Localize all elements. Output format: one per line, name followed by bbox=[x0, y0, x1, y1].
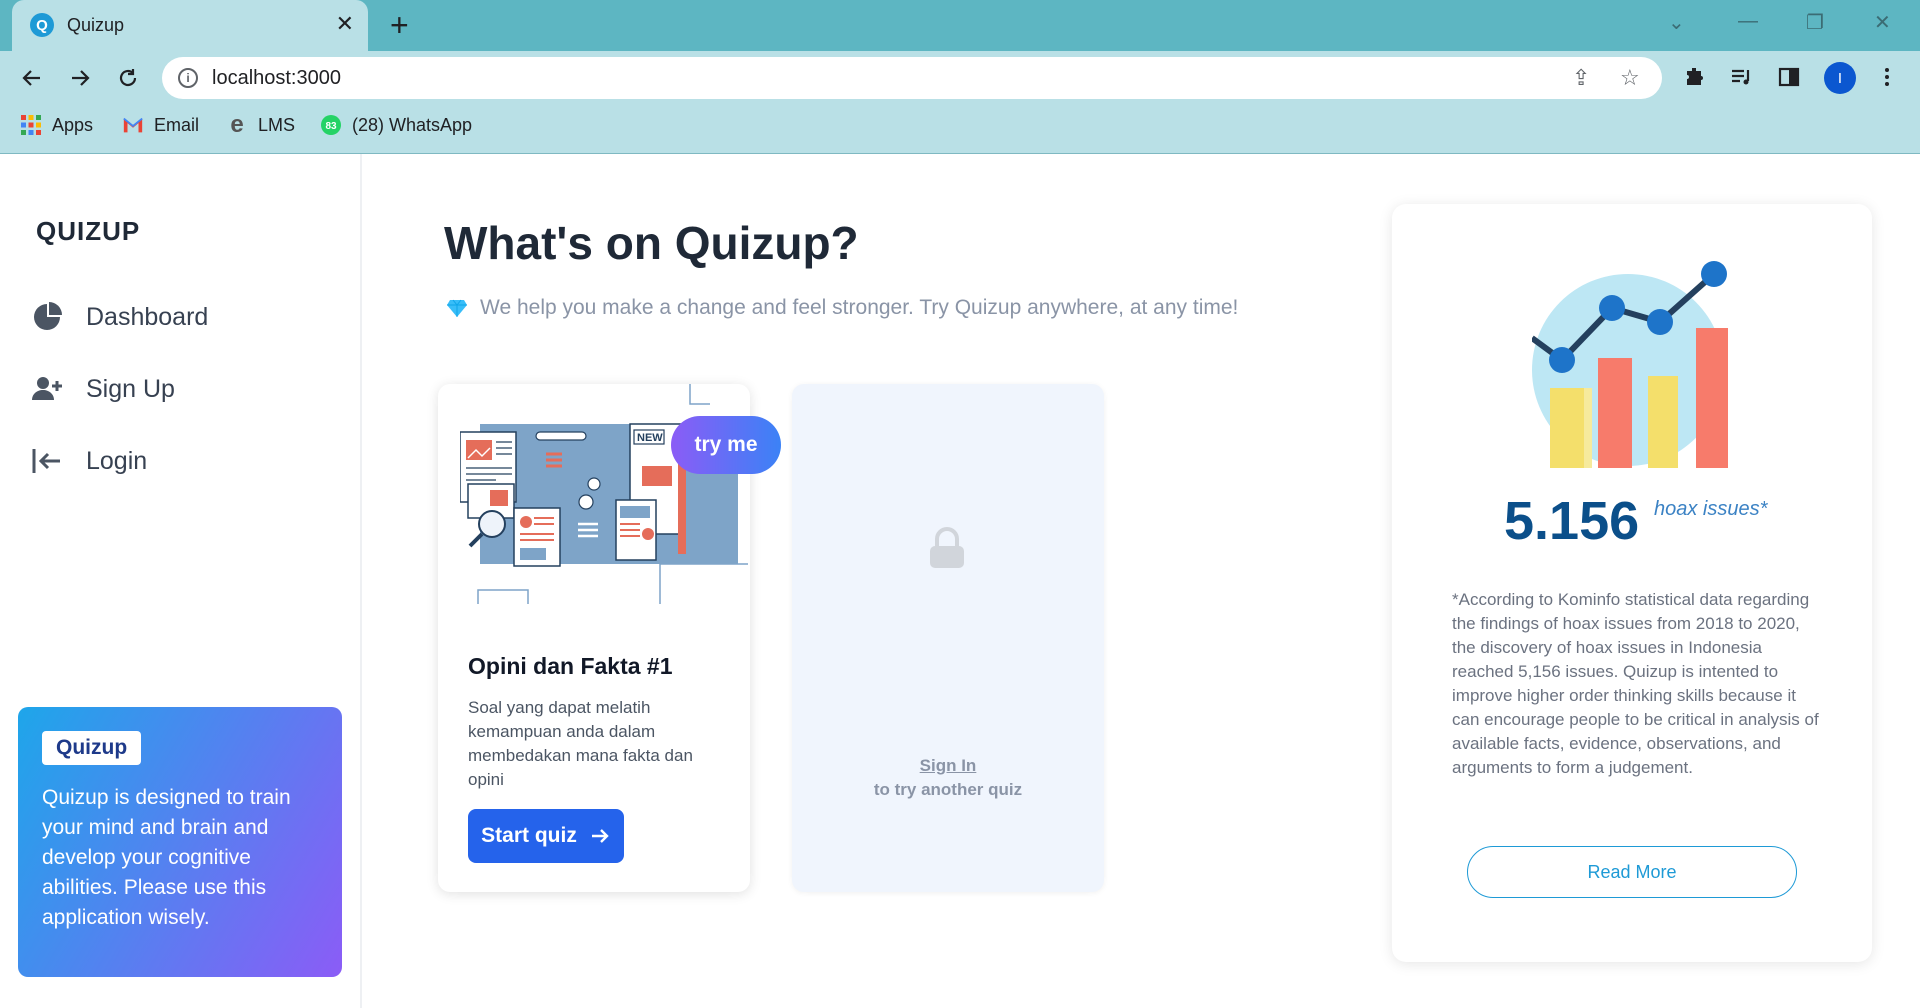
sidebar-item-label: Sign Up bbox=[86, 374, 175, 403]
start-quiz-label: Start quiz bbox=[481, 824, 577, 847]
lock-icon bbox=[930, 527, 964, 568]
bookmark-apps[interactable]: Apps bbox=[20, 114, 93, 136]
hoax-count: 5.156 bbox=[1504, 491, 1640, 551]
side-panel-icon[interactable] bbox=[1774, 62, 1804, 92]
whatsapp-badge: 83 bbox=[325, 121, 337, 132]
bookmark-star-icon[interactable]: ☆ bbox=[1620, 65, 1640, 91]
close-tab-icon[interactable]: ✕ bbox=[336, 11, 354, 37]
sidebar-item-label: Dashboard bbox=[86, 302, 209, 331]
try-me-badge[interactable]: try me bbox=[671, 416, 781, 474]
tab-quizup[interactable]: Q Quizup ✕ bbox=[12, 0, 368, 51]
stats-card: 5.156 hoax issues* *According to Kominfo… bbox=[1392, 204, 1872, 962]
bookmark-label: Email bbox=[154, 114, 200, 135]
app-logo[interactable]: QUIZUP bbox=[36, 216, 140, 247]
sidebar-item-signup[interactable]: Sign Up bbox=[30, 372, 175, 406]
tab-strip: Q Quizup ✕ + ⌄ — ❐ ✕ bbox=[0, 0, 1920, 51]
quizup-favicon-icon: Q bbox=[30, 13, 54, 37]
news-label: NEW bbox=[637, 432, 663, 444]
sidebar-item-login[interactable]: Login bbox=[30, 444, 147, 478]
bookmark-lms[interactable]: e LMS bbox=[226, 111, 296, 138]
user-plus-icon bbox=[32, 377, 62, 400]
tab-search-icon[interactable]: ⌄ bbox=[1668, 10, 1685, 35]
start-quiz-button[interactable]: Start quiz bbox=[468, 809, 624, 863]
locked-quiz-card: Sign In to try another quiz bbox=[792, 384, 1104, 892]
url-text[interactable]: localhost:3000 bbox=[212, 67, 341, 90]
bookmark-label: (28) WhatsApp bbox=[352, 114, 473, 135]
quiz-title: Opini dan Fakta #1 bbox=[468, 653, 673, 679]
forward-icon[interactable] bbox=[64, 62, 96, 94]
pie-chart-icon bbox=[34, 302, 62, 330]
sign-in-link[interactable]: Sign In bbox=[792, 754, 1104, 778]
subtitle-text: We help you make a change and feel stron… bbox=[480, 296, 1239, 319]
bookmark-email[interactable]: Email bbox=[122, 114, 199, 136]
menu-dots-icon[interactable] bbox=[1872, 62, 1902, 92]
profile-avatar[interactable]: I bbox=[1824, 62, 1856, 94]
hoax-label: hoax issues* bbox=[1654, 498, 1768, 520]
sidebar: QUIZUP Dashboard Sign Up Login Quizup Qu… bbox=[0, 154, 362, 1008]
arrow-right-icon bbox=[591, 829, 609, 843]
promo-badge: Quizup bbox=[42, 731, 142, 765]
gem-icon bbox=[447, 299, 467, 317]
quiz-description: Soal yang dapat melatih kemampuan anda d… bbox=[468, 698, 693, 789]
promo-card: Quizup Quizup is designed to train your … bbox=[18, 707, 342, 977]
sidebar-item-dashboard[interactable]: Dashboard bbox=[30, 300, 208, 334]
page-title: What's on Quizup? bbox=[444, 217, 859, 269]
stats-description: *According to Kominfo statistical data r… bbox=[1452, 590, 1819, 777]
promo-text: Quizup is designed to train your mind an… bbox=[42, 786, 291, 929]
tab-title: Quizup bbox=[67, 15, 125, 35]
signin-hint: to try another quiz bbox=[873, 780, 1023, 799]
site-info-icon[interactable]: i bbox=[178, 68, 198, 88]
media-control-icon[interactable] bbox=[1726, 62, 1756, 92]
growth-chart-icon bbox=[1532, 261, 1728, 468]
minimize-icon[interactable]: — bbox=[1738, 10, 1758, 33]
lms-e-icon: e bbox=[230, 111, 244, 138]
new-tab-icon[interactable]: + bbox=[390, 8, 409, 42]
close-window-icon[interactable]: ✕ bbox=[1874, 10, 1891, 35]
whatsapp-icon: 83 bbox=[320, 114, 342, 136]
apps-grid-icon bbox=[20, 114, 42, 136]
restore-icon[interactable]: ❐ bbox=[1806, 10, 1824, 35]
read-more-button[interactable]: Read More bbox=[1467, 846, 1797, 898]
share-icon[interactable]: ⇪ bbox=[1572, 65, 1590, 91]
reload-icon[interactable] bbox=[112, 62, 144, 94]
extensions-icon[interactable] bbox=[1680, 62, 1710, 92]
back-icon[interactable] bbox=[16, 62, 48, 94]
login-arrow-icon bbox=[32, 449, 60, 473]
bookmark-label: LMS bbox=[258, 114, 296, 135]
gmail-icon bbox=[122, 114, 144, 136]
address-bar[interactable]: i localhost:3000 ⇪ ☆ bbox=[162, 57, 1662, 99]
sidebar-item-label: Login bbox=[86, 446, 148, 475]
signin-prompt: Sign In to try another quiz bbox=[792, 754, 1104, 802]
bookmark-whatsapp[interactable]: 83 (28) WhatsApp bbox=[320, 114, 472, 136]
page-subtitle: We help you make a change and feel stron… bbox=[446, 296, 1238, 320]
bookmark-label: Apps bbox=[52, 114, 94, 135]
